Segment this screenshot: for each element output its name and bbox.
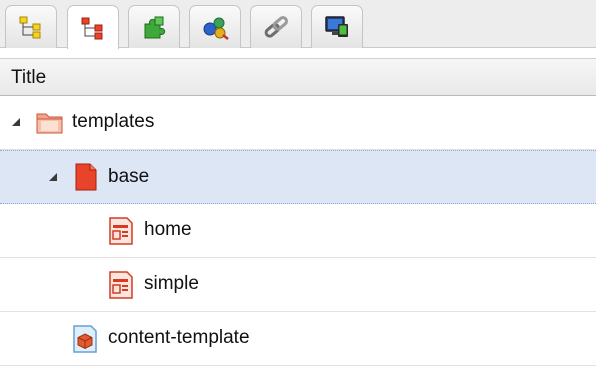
- column-header-label: Title: [11, 67, 47, 88]
- column-header-title[interactable]: Title: [0, 58, 596, 96]
- folder-icon: [35, 109, 65, 135]
- page-template-icon: [109, 271, 133, 299]
- template-base-icon: [74, 163, 98, 191]
- tab-link[interactable]: [250, 5, 302, 48]
- tab-components[interactable]: [189, 5, 241, 48]
- tree-row-home[interactable]: home: [0, 204, 596, 258]
- tab-devices[interactable]: [311, 5, 363, 48]
- tree-yellow-icon: [19, 16, 41, 39]
- tree-red-icon: [81, 17, 103, 39]
- expand-toggle-icon[interactable]: [12, 118, 20, 126]
- puzzle-icon: [144, 16, 166, 39]
- components-icon: [203, 17, 229, 40]
- devices-icon: [325, 16, 348, 37]
- content-cube-icon: [73, 325, 97, 353]
- tree-row-label: content-template: [108, 327, 250, 348]
- link-icon: [264, 16, 289, 38]
- tree-row-label: home: [144, 219, 192, 240]
- tree-row-base[interactable]: base: [0, 150, 596, 204]
- tab-tree-yellow[interactable]: [5, 5, 57, 48]
- tab-tree-red[interactable]: [67, 5, 119, 49]
- tree-row-templates[interactable]: templates: [0, 96, 596, 150]
- tree-row-label: base: [108, 166, 150, 187]
- tab-puzzle[interactable]: [128, 5, 180, 48]
- expand-toggle-icon[interactable]: [49, 173, 57, 181]
- tree-row-content-template[interactable]: content-template: [0, 312, 596, 366]
- tree-row-label: templates: [72, 111, 155, 132]
- page-template-icon: [109, 217, 133, 245]
- toolbar-tabs: [0, 0, 596, 49]
- tree-row-simple[interactable]: simple: [0, 258, 596, 312]
- tree-row-label: simple: [144, 273, 199, 294]
